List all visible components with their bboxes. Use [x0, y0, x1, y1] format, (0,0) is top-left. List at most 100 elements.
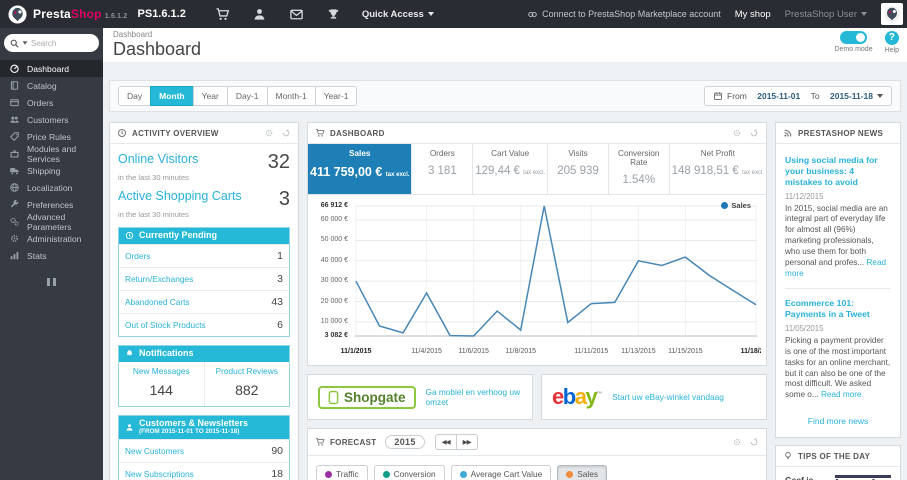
refresh-icon[interactable] [281, 128, 291, 138]
table-row[interactable]: Out of Stock Products 6 [119, 312, 289, 336]
chart-plot-area[interactable] [355, 205, 757, 337]
table-row[interactable]: Return/Exchanges 3 [119, 266, 289, 290]
cart-icon[interactable] [215, 7, 230, 22]
wrench-icon [10, 199, 19, 208]
activity-overview-panel: ACTIVITY OVERVIEW Online Visitors 32 in … [109, 122, 299, 480]
refresh-icon[interactable] [749, 437, 759, 447]
forecast-prev-button[interactable]: ◀◀ [434, 434, 457, 450]
toggle-sales[interactable]: Sales [557, 465, 607, 480]
chart-y-axis: 66 912 €60 000 €50 000 €40 000 €30 000 €… [320, 202, 348, 339]
article-date: 11/12/2015 [785, 191, 824, 201]
marketplace-link[interactable]: Connect to PrestaShop Marketplace accoun… [527, 9, 721, 20]
sidebar-item-price-rules[interactable]: Price Rules [0, 128, 103, 145]
range-day-button[interactable]: Day [118, 86, 152, 106]
sidebar: Dashboard Catalog Orders Customers Price… [0, 28, 103, 480]
sidebar-item-customers[interactable]: Customers [0, 111, 103, 128]
puzzle-icon [10, 150, 19, 158]
table-row[interactable]: Orders 1 [119, 243, 289, 267]
messages-icon[interactable] [289, 7, 304, 22]
ebay-link[interactable]: Start uw eBay-winkel vandaag [612, 392, 724, 402]
breadcrumb[interactable]: Dashboard [113, 30, 897, 39]
new-messages-cell[interactable]: New Messages 144 [119, 362, 204, 406]
sidebar-item-catalog[interactable]: Catalog [0, 77, 103, 94]
help-control: ? Help [885, 31, 899, 54]
user-menu[interactable]: PrestaShop User [785, 9, 867, 20]
sidebar-item-localization[interactable]: Localization [0, 179, 103, 196]
shopgate-ad[interactable]: Shopgate Ga mobiel en verhoog uw omzet [307, 374, 533, 420]
kpi-tab-sales[interactable]: Sales 411 759,00 € tax excl. [308, 144, 413, 194]
book-icon [10, 81, 19, 90]
my-shop-link[interactable]: My shop [735, 9, 771, 20]
read-more-link[interactable]: Read more [821, 390, 862, 399]
sidebar-item-modules[interactable]: Modules and Services [0, 144, 103, 164]
range-year-1-button[interactable]: Year-1 [314, 86, 358, 106]
customers-quick-icon[interactable] [252, 7, 267, 22]
search-icon [10, 39, 19, 48]
shopgate-link[interactable]: Ga mobiel en verhoog uw omzet [426, 387, 522, 407]
sidebar-search[interactable] [4, 34, 99, 52]
truck-icon [10, 168, 19, 175]
kpi-tab-cart-value[interactable]: Cart Value 129,44 € tax excl. [473, 144, 549, 194]
sidebar-item-advanced-parameters[interactable]: Advanced Parameters [0, 212, 103, 232]
collapse-menu-button[interactable] [46, 278, 58, 286]
online-visitors-link[interactable]: Online Visitors [118, 152, 198, 166]
date-range-picker[interactable]: From 2015-11-01 To 2015-11-18 [704, 86, 892, 106]
sidebar-item-orders[interactable]: Orders [0, 94, 103, 111]
clock-icon [125, 232, 134, 240]
ebay-ad[interactable]: ebay™ Start uw eBay-winkel vandaag [541, 374, 767, 420]
kpi-tab-orders[interactable]: Orders 3 181 [412, 144, 474, 194]
globe-icon [10, 183, 19, 192]
gear-icon [11, 235, 18, 242]
toggle-traffic[interactable]: Traffic [316, 465, 368, 480]
online-visitors-subtitle: in the last 30 minutes [118, 173, 189, 182]
sidebar-item-preferences[interactable]: Preferences [0, 196, 103, 213]
search-input[interactable] [31, 38, 83, 48]
kpi-tab-net-profit[interactable]: Net Profit 148 918,51 € tax excl. [670, 144, 766, 194]
bell-icon [126, 350, 133, 357]
prestashop-logo[interactable]: PrestaShop 1.6.1.2 [0, 4, 138, 24]
cogs-icon [10, 217, 19, 226]
range-year-button[interactable]: Year [192, 86, 228, 106]
legend-dot-icon [721, 202, 729, 209]
gauge-icon [10, 64, 19, 74]
chevron-down-icon [22, 41, 28, 45]
sidebar-item-administration[interactable]: Administration [0, 230, 103, 247]
online-visitors-value: 32 [267, 152, 290, 172]
shop-name[interactable]: PS1.6.1.2 [138, 8, 186, 20]
range-month-button[interactable]: Month [150, 86, 194, 106]
forecast-next-button[interactable]: ▶▶ [455, 434, 478, 450]
help-icon[interactable]: ? [884, 31, 899, 45]
kpi-tab-conversion-rate[interactable]: Conversion Rate 1.54% [609, 144, 670, 194]
sidebar-item-dashboard[interactable]: Dashboard [0, 60, 103, 77]
refresh-icon[interactable] [749, 128, 759, 138]
demo-mode-toggle[interactable] [840, 31, 868, 44]
gear-icon[interactable] [732, 128, 742, 138]
active-carts-link[interactable]: Active Shopping Carts [118, 189, 242, 203]
brand-version: 1.6.1.2 [104, 13, 128, 20]
article-title[interactable]: Using social media for your business: 4 … [785, 155, 891, 188]
article-excerpt: Picking a payment provider is one of the… [785, 336, 891, 400]
kpi-tab-visits[interactable]: Visits 205 939 [548, 144, 609, 194]
gear-icon[interactable] [264, 128, 274, 138]
sidebar-item-shipping[interactable]: Shipping [0, 162, 103, 179]
table-row[interactable]: New Customers 90 [119, 438, 289, 462]
credit-card-icon [10, 99, 19, 107]
forecast-year[interactable]: 2015 [385, 435, 425, 449]
toggle-average-cart-value[interactable]: Average Cart Value [450, 465, 552, 480]
table-row[interactable]: Abandoned Carts 43 [119, 289, 289, 313]
page-title: Dashboard [113, 39, 202, 59]
user-avatar[interactable] [881, 3, 903, 25]
table-row[interactable]: New Subscriptions 18 [119, 461, 289, 480]
product-reviews-cell[interactable]: Product Reviews 882 [203, 361, 290, 406]
article-title[interactable]: Ecommerce 101: Payments in a Tweet [785, 298, 891, 320]
range-day-1-button[interactable]: Day-1 [226, 86, 268, 106]
active-carts-value: 3 [278, 189, 290, 209]
section-title: Currently Pending [139, 230, 218, 240]
toggle-conversion[interactable]: Conversion [373, 465, 445, 480]
sidebar-item-stats[interactable]: Stats [0, 247, 103, 264]
trophy-icon[interactable] [326, 7, 341, 22]
quick-access-menu[interactable]: Quick Access [362, 9, 434, 20]
range-month-1-button[interactable]: Month-1 [266, 86, 316, 106]
find-more-news-link[interactable]: Find more news [785, 410, 891, 428]
gear-icon[interactable] [732, 437, 742, 447]
